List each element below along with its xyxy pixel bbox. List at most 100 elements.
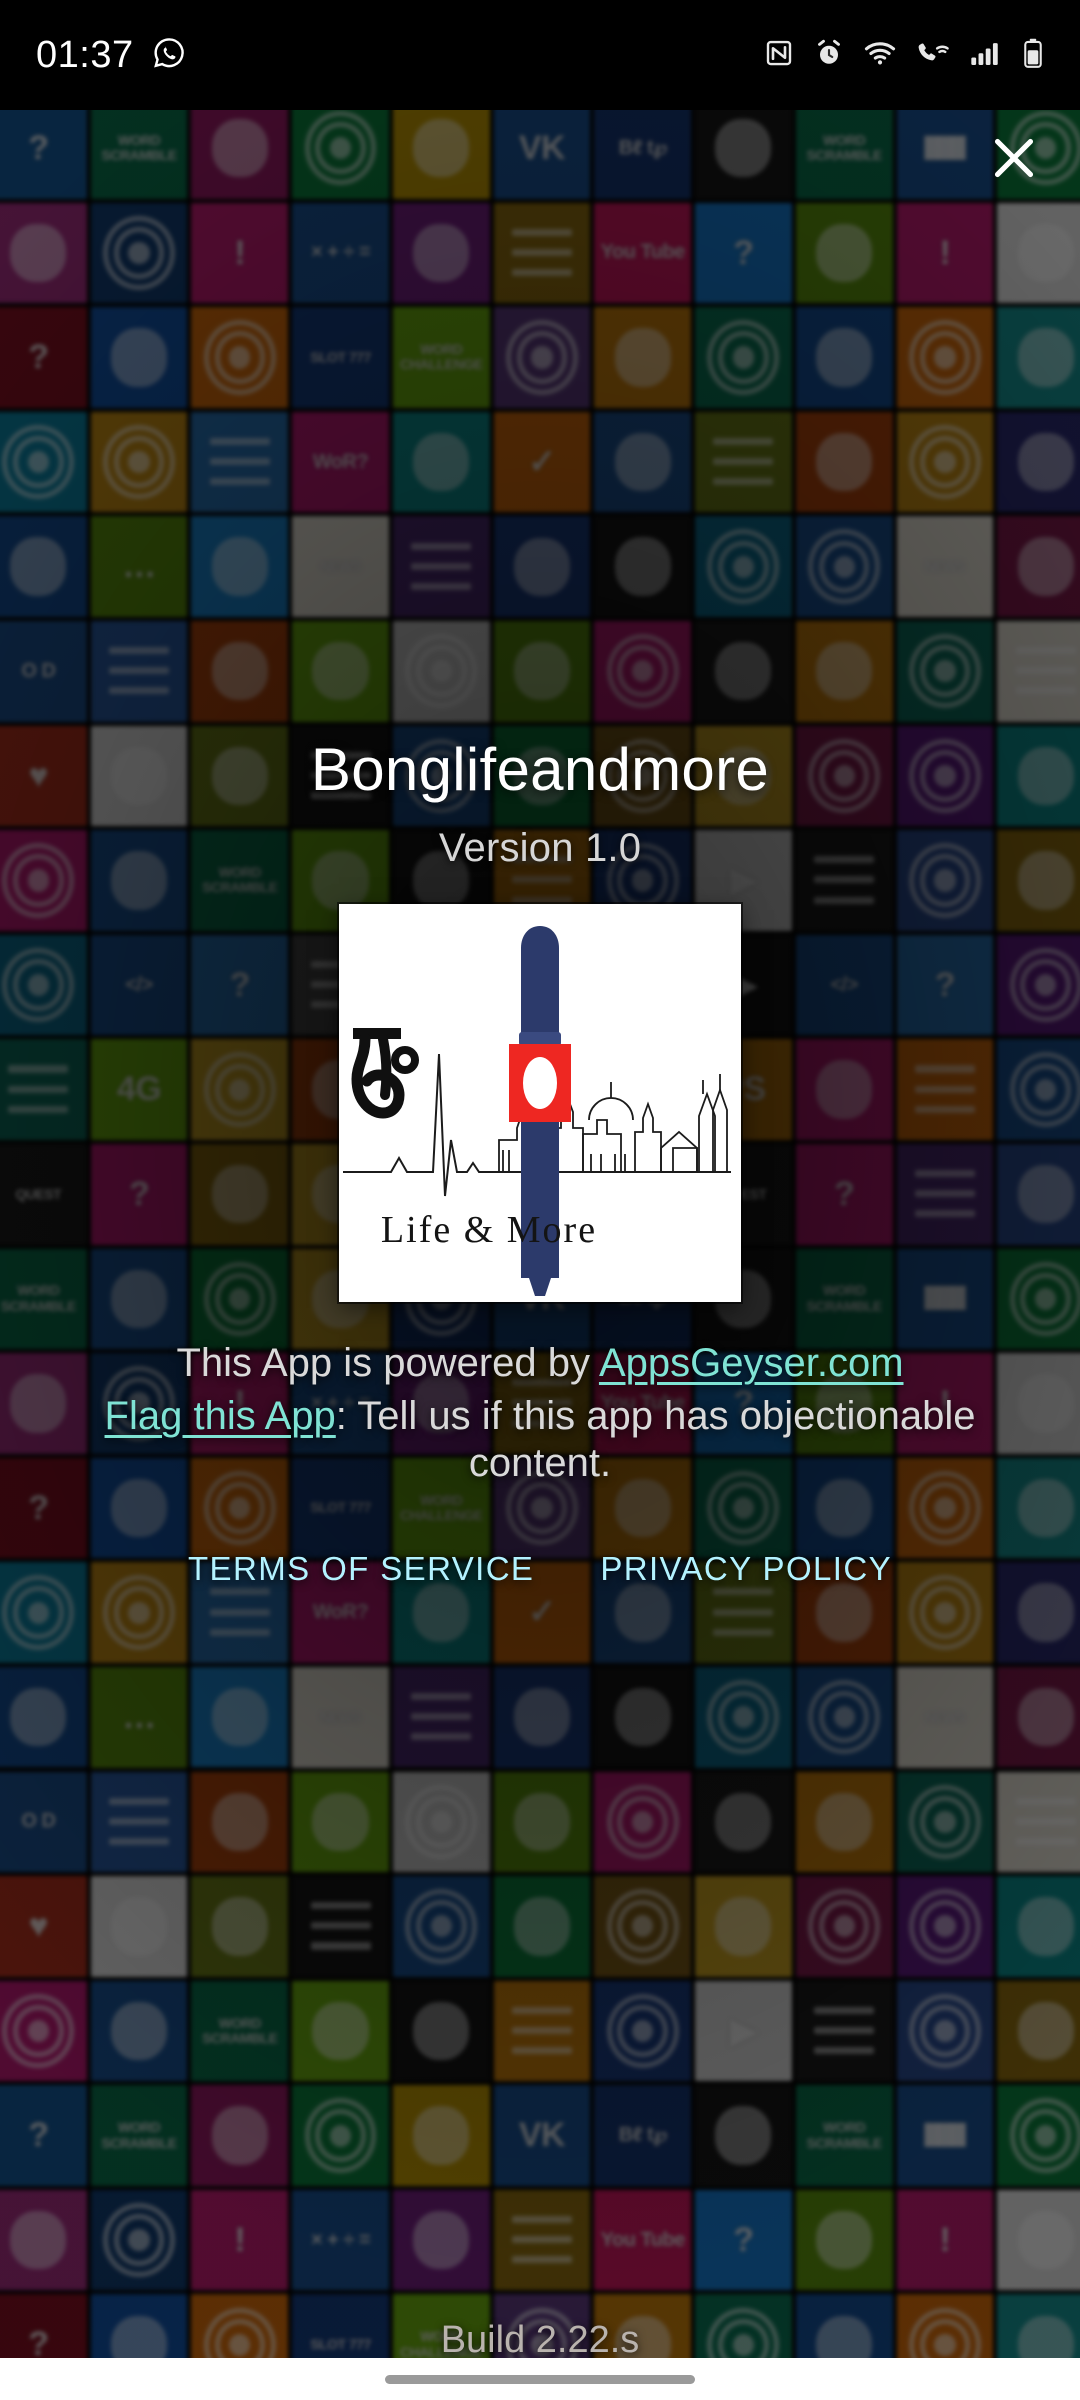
flag-app-line: Flag this App: Tell us if this app has o… — [35, 1393, 1045, 1487]
app-icon-tile: You Tube — [594, 2189, 692, 2291]
app-icon-tile-glyph: O D — [21, 1810, 56, 1833]
app-icon-tile: ███ — [896, 2085, 994, 2186]
terms-of-service-link[interactable]: TERMS OF SERVICE — [188, 1550, 534, 1588]
app-title: Bonglifeandmore — [310, 736, 770, 803]
app-icon-tile-glyph: WORD CHALLENGE — [399, 1491, 483, 1523]
legal-links-row: TERMS OF SERVICE PRIVACY POLICY — [188, 1550, 892, 1588]
app-icon-tile — [191, 516, 289, 617]
app-icon-tile — [191, 1666, 289, 1768]
app-icon-tile-glyph: Bℓ t℘ — [618, 136, 667, 159]
app-icon-tile — [191, 1039, 289, 1140]
app-icon-tile-glyph: NEWS — [320, 557, 362, 574]
app-icon-tile — [594, 1876, 692, 1977]
app-icon-tile-glyph: </> — [830, 973, 858, 996]
app-icon-tile: ✓ — [493, 411, 591, 513]
app-icon-tile — [90, 1562, 188, 1663]
app-icon-tile: ! — [191, 2189, 289, 2291]
app-version: Version 1.0 — [438, 826, 642, 870]
app-icon-tile-glyph: ♥ — [28, 756, 49, 795]
app-icon-tile — [594, 411, 692, 513]
app-icon-tile: WoR? — [292, 411, 389, 513]
appsgeyser-link[interactable]: AppsGeyser.com — [599, 1341, 904, 1385]
app-icon-tile-glyph: WoR? — [312, 1601, 369, 1624]
app-icon-tile — [0, 411, 87, 513]
app-icon-tile: NEWS — [292, 1666, 389, 1768]
app-icon-tile: ? — [896, 934, 994, 1036]
status-clock: 01:37 — [36, 33, 134, 76]
app-icon-tile — [493, 307, 591, 408]
app-icon-tile: ! — [896, 2189, 994, 2291]
app-icon-tile — [90, 725, 188, 827]
app-icon-tile-glyph: ▶ — [730, 2011, 757, 2050]
app-icon-tile — [795, 411, 893, 513]
app-icon-tile-glyph: WORD CHALLENGE — [399, 341, 483, 373]
app-icon-tile: × + ÷ = — [292, 202, 389, 304]
flag-this-app-link[interactable]: Flag this App — [105, 1394, 336, 1438]
app-icon-tile — [997, 1562, 1080, 1663]
app-icon-tile — [0, 202, 87, 304]
app-icon-tile: WORD CHALLENGE — [392, 307, 490, 408]
app-icon-tile — [594, 1666, 692, 1768]
build-version-text: Build 2.22.s — [440, 2319, 640, 2361]
app-icon-tile-glyph: ? — [934, 965, 956, 1004]
app-icon-tile — [191, 1876, 289, 1977]
app-icon-tile — [896, 411, 994, 513]
app-icon-tile — [997, 934, 1080, 1036]
app-icon-tile: </> — [90, 934, 188, 1036]
app-icon-tile — [997, 1248, 1080, 1350]
app-icon-tile — [392, 2189, 490, 2291]
app-icon-tile: WORD SCRAMBLE — [795, 2085, 893, 2186]
app-icon-tile: … — [90, 1666, 188, 1768]
app-icon-tile-glyph: ? — [229, 965, 251, 1004]
flag-this-app-description: : Tell us if this app has objectionable … — [335, 1394, 976, 1486]
app-icon-tile-glyph: ▶ — [730, 861, 757, 900]
app-icon-tile: NEWS — [896, 1666, 994, 1768]
privacy-policy-link[interactable]: PRIVACY POLICY — [600, 1550, 892, 1588]
app-icon-tile: You Tube — [594, 202, 692, 304]
app-icon-tile — [392, 110, 490, 199]
close-button[interactable] — [970, 114, 1058, 202]
app-icon-tile: ? — [695, 202, 792, 304]
app-icon-tile-glyph: </> — [125, 973, 153, 996]
app-logo: Life & More — [339, 904, 741, 1302]
app-icon-tile — [997, 1980, 1080, 2082]
app-icon-tile-glyph: ███ — [924, 1287, 966, 1310]
app-icon-tile — [493, 1771, 591, 1873]
app-icon-tile — [695, 307, 792, 408]
app-icon-tile — [191, 307, 289, 408]
app-icon-tile — [292, 2085, 389, 2186]
app-icon-tile — [997, 1666, 1080, 1768]
app-icon-tile-glyph: SLOT 777 — [310, 1499, 371, 1516]
app-icon-tile — [191, 110, 289, 199]
app-icon-tile — [795, 516, 893, 617]
alarm-icon — [814, 38, 844, 73]
system-navigation-bar — [0, 2358, 1080, 2400]
app-icon-tile — [795, 830, 893, 931]
app-icon-tile: ? — [90, 1143, 188, 1245]
app-icon-tile — [795, 1771, 893, 1873]
app-icon-tile — [392, 411, 490, 513]
app-icon-tile-glyph: O D — [21, 659, 56, 682]
app-icon-tile — [90, 1771, 188, 1873]
gesture-home-pill[interactable] — [385, 2374, 695, 2384]
app-icon-tile: WORD SCRAMBLE — [191, 1980, 289, 2082]
app-icon-tile-glyph: × + ÷ = — [310, 241, 371, 264]
app-logo-tagline: Life & More — [381, 1209, 597, 1251]
app-icon-tile-glyph: … — [122, 1697, 156, 1736]
app-icon-tile — [0, 1666, 87, 1768]
app-icon-tile-glyph: … — [122, 547, 156, 586]
app-icon-tile: ? — [191, 934, 289, 1036]
app-icon-tile — [795, 2189, 893, 2291]
app-icon-tile — [695, 1876, 792, 1977]
app-icon-tile-glyph: 4G — [116, 1070, 162, 1109]
app-icon-tile-glyph: Bℓ t℘ — [618, 2124, 667, 2147]
app-icon-tile: O D — [0, 620, 87, 722]
app-icon-tile-glyph: ? — [128, 1174, 150, 1213]
app-icon-tile — [997, 1039, 1080, 1140]
app-icon-tile-glyph: ? — [733, 233, 754, 272]
app-icon-tile — [594, 307, 692, 408]
app-icon-tile: NEWS — [896, 516, 994, 617]
app-icon-tile — [292, 1876, 389, 1977]
app-icon-tile — [90, 830, 188, 931]
app-icon-tile: WORD SCRAMBLE — [795, 110, 893, 199]
